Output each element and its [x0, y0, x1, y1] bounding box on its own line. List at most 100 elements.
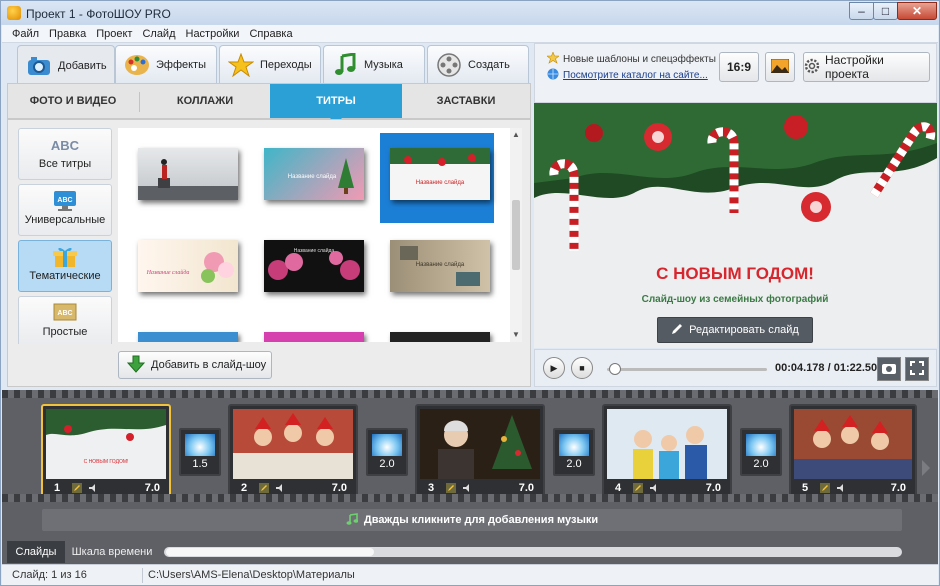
subtab-collages[interactable]: КОЛЛАЖИ	[140, 84, 270, 118]
tab-effects[interactable]: Эффекты	[115, 45, 217, 83]
subtab-intros[interactable]: ЗАСТАВКИ	[402, 84, 530, 118]
timeline-scroll-right-icon[interactable]	[922, 460, 930, 476]
tab-transitions[interactable]: Переходы	[219, 45, 321, 83]
background-image-button[interactable]	[765, 52, 795, 82]
tab-add-label: Добавить	[58, 59, 107, 72]
template-thumb-7[interactable]	[138, 332, 238, 342]
svg-text:ABC: ABC	[51, 138, 80, 153]
template-thumb-6[interactable]: Название слайда	[390, 240, 490, 292]
transition-duration: 2.0	[566, 458, 582, 470]
tab-effects-label: Эффекты	[156, 58, 207, 71]
tab-music[interactable]: Музыка	[323, 45, 425, 83]
star-outline-icon	[546, 51, 560, 67]
menu-edit[interactable]: Правка	[49, 25, 86, 43]
speaker-icon[interactable]	[649, 483, 659, 493]
speaker-icon[interactable]	[462, 483, 472, 493]
slide-number: 5	[802, 482, 809, 494]
slide-timeline: С НОВЫМ ГОДОМ! 1 7.0 1.5 2 7.0 2.0 3 7.0…	[2, 390, 938, 540]
left-panel: Добавить Эффекты Переходы Музыка Создать…	[7, 43, 531, 387]
slide-card[interactable]: 2 7.0	[228, 404, 358, 498]
slide-number: 3	[428, 482, 435, 494]
template-thumb-4[interactable]: Название слайда	[138, 240, 238, 292]
category-label: Тематические	[29, 270, 101, 282]
edit-slide-label: Редактировать слайд	[689, 324, 799, 336]
speaker-icon[interactable]	[275, 483, 285, 493]
slide-preview[interactable]: С НОВЫМ ГОДОМ! Слайд-шоу из семейных фот…	[534, 103, 937, 348]
template-thumb-9[interactable]	[390, 332, 490, 342]
music-note-small-icon	[346, 512, 359, 528]
transition-card[interactable]: 2.0	[740, 428, 782, 476]
tab-create[interactable]: Создать	[427, 45, 529, 83]
catalog-link-text: Посмотрите каталог на сайте...	[563, 70, 708, 81]
menu-bar: Файл Правка Проект Слайд Настройки Справка	[2, 25, 938, 43]
slide-card[interactable]: 4 7.0	[602, 404, 732, 498]
play-icon: ▶	[550, 362, 558, 373]
minimize-button[interactable]: –	[849, 2, 874, 20]
category-all-titles[interactable]: ABC Все титры	[18, 128, 112, 180]
slide-card[interactable]: 5 7.0	[789, 404, 917, 498]
menu-settings[interactable]: Настройки	[186, 25, 240, 43]
speaker-icon[interactable]	[88, 483, 98, 493]
snapshot-button[interactable]	[877, 357, 901, 381]
tab-timeline[interactable]: Шкала времени	[66, 541, 158, 563]
slide-card[interactable]: 3 7.0	[415, 404, 545, 498]
catalog-link[interactable]: Посмотрите каталог на сайте...	[547, 68, 708, 83]
menu-help[interactable]: Справка	[249, 25, 292, 43]
template-thumb-3[interactable]: Название слайда	[390, 148, 490, 200]
transition-card[interactable]: 2.0	[366, 428, 408, 476]
pencil-icon[interactable]	[446, 483, 456, 493]
template-thumb-2[interactable]: Название слайда	[264, 148, 364, 200]
scroll-down-icon[interactable]: ▼	[512, 330, 520, 339]
pencil-icon[interactable]	[820, 483, 830, 493]
menu-project[interactable]: Проект	[96, 25, 132, 43]
camera-icon	[26, 53, 52, 79]
transition-thumb	[185, 434, 215, 456]
playback-track[interactable]	[607, 368, 767, 371]
menu-slide[interactable]: Слайд	[142, 25, 175, 43]
template-thumb-5[interactable]: Название слайда	[264, 240, 364, 292]
svg-text:Название слайда: Название слайда	[146, 269, 190, 276]
speaker-icon[interactable]	[836, 483, 846, 493]
subtab-titles[interactable]: ТИТРЫ	[270, 84, 402, 124]
pencil-icon[interactable]	[72, 483, 82, 493]
stop-button[interactable]: ■	[571, 357, 593, 379]
close-button[interactable]: ✕	[897, 2, 937, 20]
play-button[interactable]: ▶	[543, 357, 565, 379]
timeline-horizontal-scrollbar[interactable]	[164, 547, 902, 557]
gallery-scrollbar[interactable]: ▲ ▼	[510, 128, 522, 342]
right-panel: Новые шаблоны и спецэффекты Посмотрите к…	[534, 43, 937, 387]
tab-create-label: Создать	[468, 58, 510, 71]
scrollbar-thumb[interactable]	[166, 548, 374, 556]
palette-icon	[124, 52, 150, 78]
template-thumb-1[interactable]	[138, 148, 238, 200]
news-text: Новые шаблоны и спецэффекты	[563, 54, 716, 65]
film-strip-top	[2, 390, 938, 398]
slide-card[interactable]: С НОВЫМ ГОДОМ! 1 7.0	[41, 404, 171, 498]
tab-slides[interactable]: Слайды	[7, 541, 65, 563]
maximize-button[interactable]: □	[873, 2, 898, 20]
scroll-up-icon[interactable]: ▲	[512, 130, 520, 139]
project-settings-button[interactable]: Настройки проекта	[803, 52, 930, 82]
scrollbar-thumb[interactable]	[512, 200, 520, 270]
menu-file[interactable]: Файл	[12, 25, 39, 43]
transition-card[interactable]: 1.5	[179, 428, 221, 476]
aspect-ratio-button[interactable]: 16:9	[719, 52, 759, 82]
category-simple[interactable]: ABC Простые	[18, 296, 112, 344]
tab-add[interactable]: Добавить	[17, 45, 115, 85]
category-thematic[interactable]: Тематические	[18, 240, 112, 292]
transition-card[interactable]: 2.0	[553, 428, 595, 476]
svg-text:Название слайда: Название слайда	[416, 261, 465, 268]
fullscreen-button[interactable]	[905, 357, 929, 381]
slide-duration: 7.0	[518, 482, 534, 494]
slide-number: 4	[615, 482, 622, 494]
add-to-slideshow-button[interactable]: Добавить в слайд-шоу	[118, 351, 272, 379]
template-thumb-8[interactable]	[264, 332, 364, 342]
subtab-photo-video[interactable]: ФОТО И ВИДЕО	[8, 84, 138, 118]
pencil-icon[interactable]	[259, 483, 269, 493]
playback-knob[interactable]	[609, 363, 621, 375]
music-track[interactable]: Дважды кликните для добавления музыки	[42, 509, 902, 531]
category-universal[interactable]: ABC Универсальные	[18, 184, 112, 236]
edit-slide-button[interactable]: Редактировать слайд	[657, 317, 813, 343]
globe-icon	[547, 68, 559, 83]
pencil-icon[interactable]	[633, 483, 643, 493]
